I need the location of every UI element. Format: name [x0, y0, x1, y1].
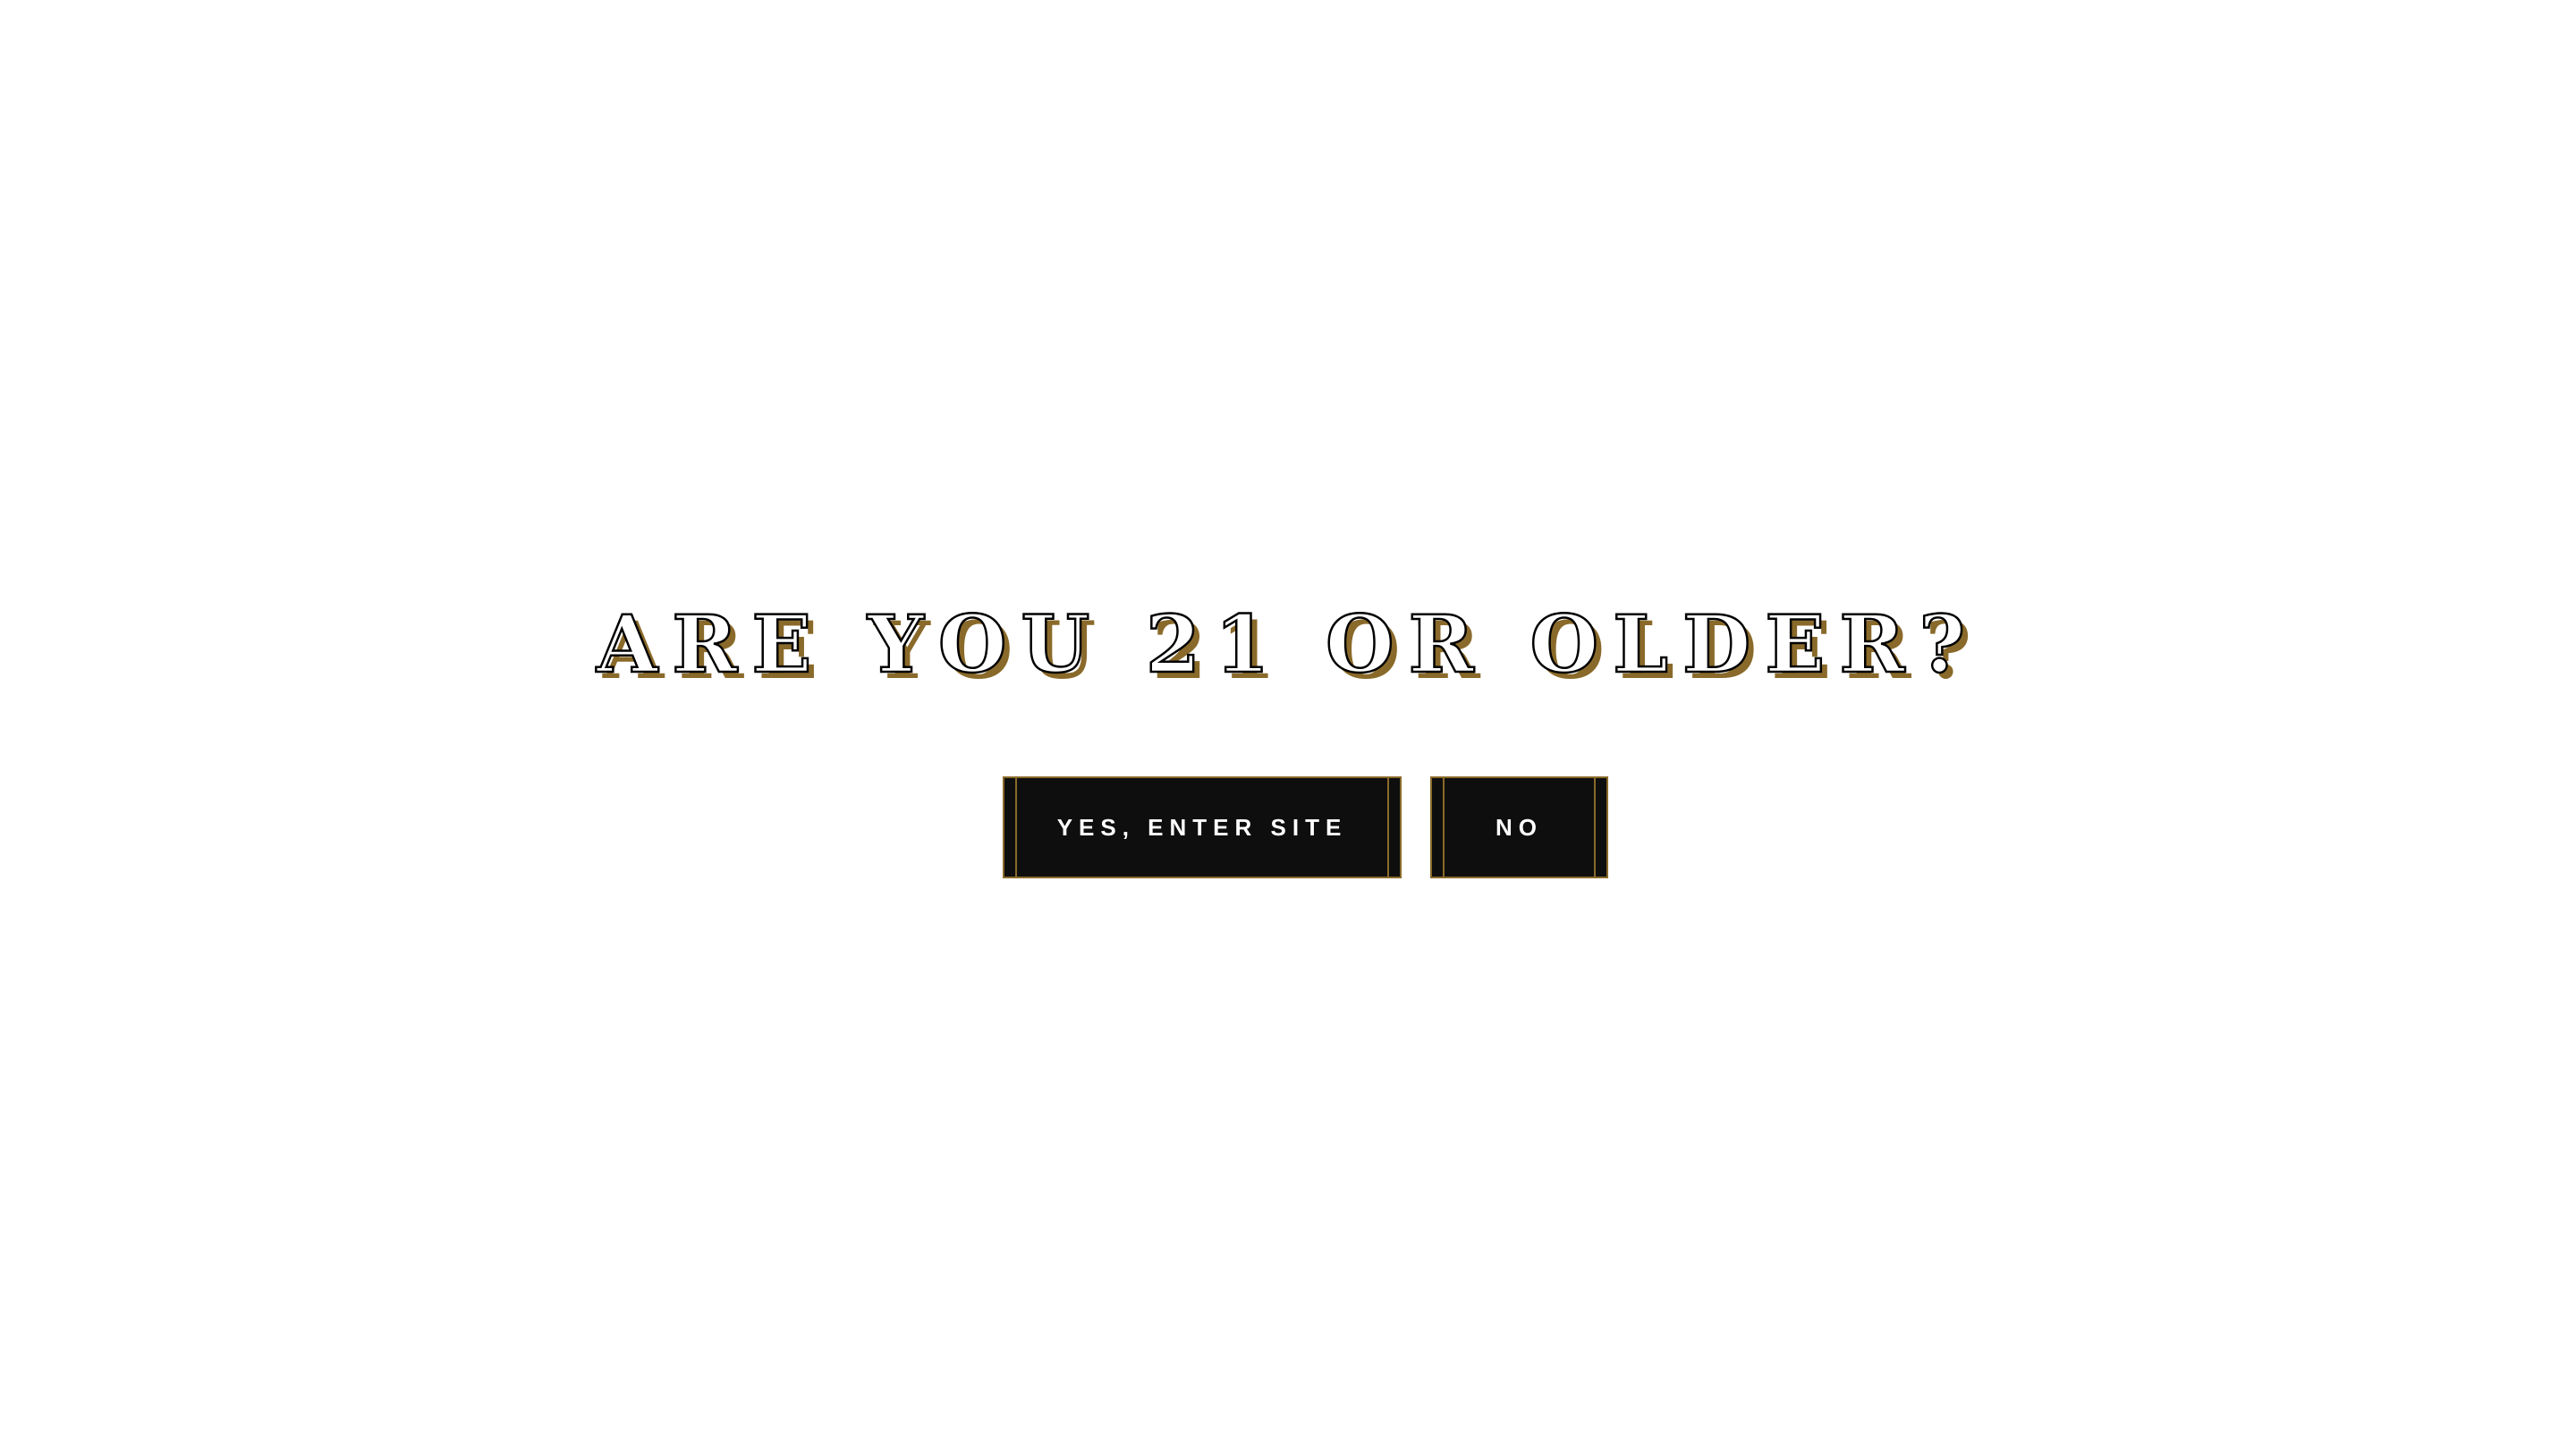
yes-enter-site-button[interactable]: YES, ENTER SITE: [1003, 776, 1402, 878]
yes-button-label: YES, ENTER SITE: [1056, 813, 1348, 841]
age-gate-buttons: YES, ENTER SITE NO: [0, 776, 2576, 878]
no-button[interactable]: NO: [1430, 776, 1608, 878]
age-verification-gate: ARE YOU 21 OR OLDER? YES, ENTER SITE NO: [0, 0, 2576, 1449]
page: ARE YOU 21 OR OLDER? YES, ENTER SITE NO: [0, 0, 2576, 1449]
age-question-heading: ARE YOU 21 OR OLDER?: [596, 597, 1980, 692]
no-button-label: NO: [1496, 813, 1543, 841]
